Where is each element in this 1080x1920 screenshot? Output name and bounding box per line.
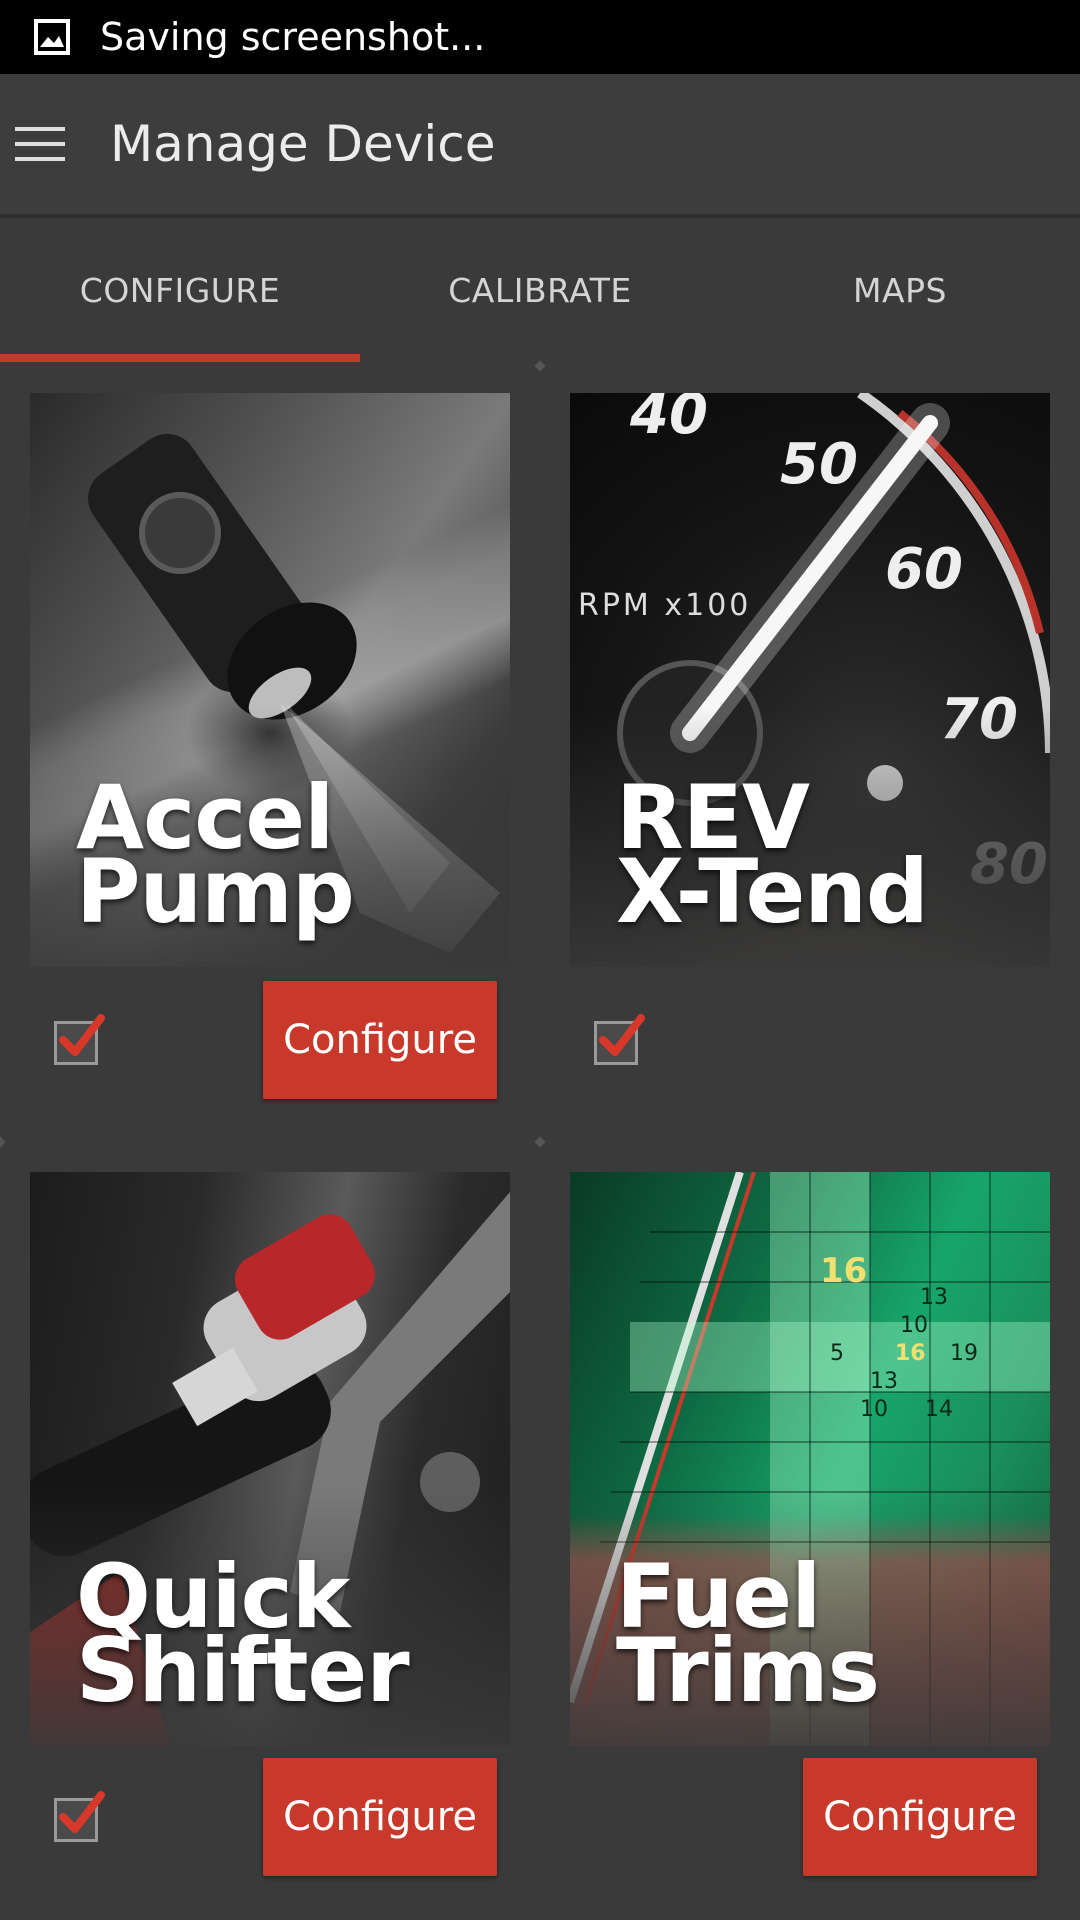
hamburger-menu-icon [15, 127, 65, 161]
rev-xtend-image: 40 50 60 70 80 RPM x100 REV X-Tend [570, 393, 1050, 967]
checkmark-icon [59, 1791, 105, 1833]
menu-button[interactable] [0, 108, 72, 180]
status-text: Saving screenshot... [100, 15, 486, 59]
enable-checkbox[interactable] [54, 1791, 105, 1842]
table-value: 5 [830, 1341, 844, 1366]
configure-button[interactable]: Configure [263, 981, 497, 1099]
card-title: Quick Shifter [76, 1553, 496, 1722]
gauge-label: 60 [885, 537, 963, 602]
table-value: 10 [900, 1313, 928, 1338]
card-title-line: Trims [616, 1619, 880, 1722]
card-title-line: X-Tend [616, 840, 929, 943]
table-value: 10 [860, 1397, 888, 1422]
table-value: 19 [950, 1341, 978, 1366]
card-accel-pump: Accel Pump Configure [30, 393, 510, 1099]
divider-dot [0, 1136, 6, 1148]
accel-pump-image: Accel Pump [30, 393, 510, 967]
table-value: 13 [870, 1369, 898, 1394]
checkmark-icon [59, 1014, 105, 1056]
app-bar: Manage Device [0, 74, 1080, 218]
table-value: 16 [895, 1341, 926, 1366]
card-title-line: Pump [76, 840, 355, 943]
divider-dot [534, 1136, 546, 1148]
card-quick-shifter: Quick Shifter Configure [30, 1172, 510, 1876]
gauge-label: 50 [780, 432, 858, 497]
card-title: REV X-Tend [616, 774, 1036, 943]
checkmark-icon [599, 1014, 645, 1056]
table-value: 16 [820, 1251, 867, 1291]
configure-button[interactable]: Configure [263, 1758, 497, 1876]
card-fuel-trims: 16 13 10 16 19 13 10 14 5 Fuel Trims Con… [570, 1172, 1050, 1876]
gauge-label: RPM x100 [578, 588, 751, 623]
card-title: Accel Pump [76, 774, 496, 943]
tab-calibrate[interactable]: CALIBRATE [360, 218, 720, 362]
divider-dot [534, 360, 546, 372]
card-title: Fuel Trims [616, 1553, 1036, 1722]
card-rev-xtend: 40 50 60 70 80 RPM x100 REV X-Tend [570, 393, 1050, 1065]
tab-maps[interactable]: MAPS [720, 218, 1080, 362]
tab-bar: CONFIGURE CALIBRATE MAPS [0, 218, 1080, 362]
table-value: 14 [925, 1397, 953, 1422]
enable-checkbox[interactable] [594, 1014, 645, 1065]
status-bar: Saving screenshot... [0, 0, 1080, 74]
configure-button[interactable]: Configure [803, 1758, 1037, 1876]
gauge-label: 40 [629, 393, 708, 447]
page-title: Manage Device [110, 115, 496, 173]
gallery-icon [34, 19, 70, 55]
card-title-line: Shifter [76, 1619, 410, 1722]
quick-shifter-image: Quick Shifter [30, 1172, 510, 1746]
tab-configure[interactable]: CONFIGURE [0, 218, 360, 362]
table-value: 13 [920, 1285, 948, 1310]
fuel-trims-image: 16 13 10 16 19 13 10 14 5 Fuel Trims [570, 1172, 1050, 1746]
enable-checkbox[interactable] [54, 1014, 105, 1065]
